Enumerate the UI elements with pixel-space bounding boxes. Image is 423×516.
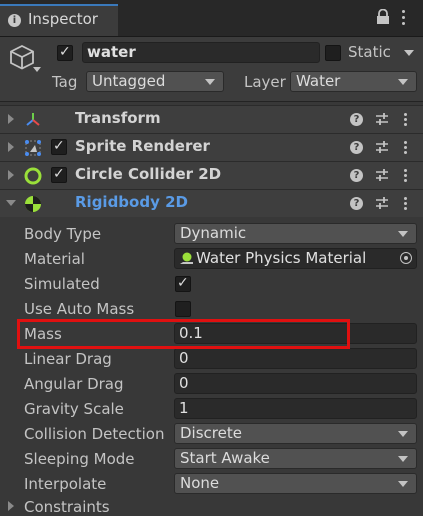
component-rigidbody-2d[interactable]: Rigidbody 2D ? <box>0 189 423 217</box>
angular-drag-field[interactable]: 0 <box>174 373 417 394</box>
chevron-down-icon <box>205 79 215 85</box>
gravity-scale-label: Gravity Scale <box>24 400 124 418</box>
tab-inspector-label: Inspector <box>28 10 98 28</box>
help-icon[interactable]: ? <box>350 113 363 126</box>
constraints-foldout-icon[interactable] <box>8 501 14 511</box>
layer-label: Layer <box>244 73 286 91</box>
foldout-arrow-icon[interactable] <box>8 170 14 180</box>
gravity-scale-field[interactable]: 1 <box>174 398 417 419</box>
foldout-arrow-icon[interactable] <box>8 142 14 152</box>
interpolate-dropdown[interactable]: None <box>174 473 417 494</box>
component-sprite-renderer[interactable]: ✓ Sprite Renderer ? <box>0 133 423 161</box>
sleeping-mode-label: Sleeping Mode <box>24 450 135 468</box>
chevron-down-icon <box>398 456 408 462</box>
mass-highlight-box <box>17 319 350 349</box>
component-menu-icon[interactable] <box>404 113 408 127</box>
lock-icon[interactable] <box>376 9 390 25</box>
circle-collider-icon <box>24 167 42 185</box>
name-field[interactable]: water <box>82 42 320 63</box>
component-transform[interactable]: Transform ? <box>0 105 423 133</box>
collision-detection-value: Discrete <box>180 424 242 442</box>
linear-drag-label: Linear Drag <box>24 350 112 368</box>
simulated-checkbox[interactable]: ✓ <box>175 275 191 292</box>
layer-value: Water <box>296 72 341 90</box>
body-type-dropdown[interactable]: Dynamic <box>174 223 417 244</box>
component-title: Sprite Renderer <box>75 137 210 155</box>
chevron-down-icon <box>398 79 408 85</box>
component-menu-icon[interactable] <box>404 169 408 183</box>
material-field[interactable]: Water Physics Material <box>174 248 417 269</box>
presets-icon[interactable] <box>376 168 388 182</box>
help-icon[interactable]: ? <box>350 169 363 182</box>
component-title: Rigidbody 2D <box>75 193 188 211</box>
chevron-down-icon <box>398 481 408 487</box>
foldout-arrow-icon[interactable] <box>6 200 16 206</box>
object-picker-icon[interactable] <box>400 252 412 264</box>
sprite-renderer-enabled-checkbox[interactable]: ✓ <box>51 138 67 155</box>
interpolate-value: None <box>180 474 220 492</box>
check-icon: ✓ <box>59 44 71 60</box>
layer-dropdown[interactable]: Water <box>290 71 417 92</box>
constraints-label[interactable]: Constraints <box>24 498 110 516</box>
linear-drag-field[interactable]: 0 <box>174 348 417 369</box>
simulated-label: Simulated <box>24 275 100 293</box>
component-menu-icon[interactable] <box>404 197 408 211</box>
help-icon[interactable]: ? <box>350 141 363 154</box>
circle-collider-enabled-checkbox[interactable]: ✓ <box>51 166 67 183</box>
use-auto-mass-label: Use Auto Mass <box>24 300 135 318</box>
collision-detection-dropdown[interactable]: Discrete <box>174 423 417 444</box>
angular-drag-label: Angular Drag <box>24 375 124 393</box>
collision-detection-label: Collision Detection <box>24 425 165 443</box>
chevron-down-icon <box>398 431 408 437</box>
use-auto-mass-checkbox[interactable] <box>175 301 191 317</box>
tab-bar: i Inspector <box>0 0 423 37</box>
static-label: Static <box>348 43 391 61</box>
icon-dropdown-caret[interactable] <box>33 67 41 72</box>
tag-dropdown[interactable]: Untagged <box>86 71 224 92</box>
body-type-label: Body Type <box>24 225 102 243</box>
sleeping-mode-value: Start Awake <box>180 449 270 467</box>
material-value: Water Physics Material <box>196 249 367 267</box>
sprite-renderer-icon <box>25 140 41 156</box>
component-circle-collider-2d[interactable]: ✓ Circle Collider 2D ? <box>0 161 423 189</box>
material-label: Material <box>24 250 85 268</box>
static-dropdown-caret[interactable] <box>404 50 414 56</box>
info-icon: i <box>8 14 21 27</box>
presets-icon[interactable] <box>376 196 388 210</box>
physics-material-icon <box>180 252 193 264</box>
component-title: Circle Collider 2D <box>75 165 222 183</box>
component-menu-icon[interactable] <box>404 141 408 155</box>
help-icon[interactable]: ? <box>350 197 363 210</box>
check-icon: ✓ <box>53 166 65 182</box>
tab-menu-icon[interactable] <box>402 10 406 26</box>
gameobject-header: ✓ water Static Tag Untagged Layer Water <box>0 37 423 102</box>
gameobject-cube-icon[interactable] <box>8 43 36 71</box>
presets-icon[interactable] <box>376 112 388 126</box>
chevron-down-icon <box>398 231 408 237</box>
interpolate-label: Interpolate <box>24 475 107 493</box>
rigidbody-2d-icon <box>25 196 41 212</box>
body-type-value: Dynamic <box>180 224 247 242</box>
check-icon: ✓ <box>177 275 189 291</box>
presets-icon[interactable] <box>376 140 388 154</box>
sleeping-mode-dropdown[interactable]: Start Awake <box>174 448 417 469</box>
tab-inspector[interactable]: i Inspector <box>0 4 118 36</box>
tag-label: Tag <box>52 73 78 91</box>
check-icon: ✓ <box>53 138 65 154</box>
component-title: Transform <box>75 109 161 127</box>
transform-icon <box>26 113 40 126</box>
active-checkbox[interactable]: ✓ <box>57 44 73 61</box>
foldout-arrow-icon[interactable] <box>8 114 14 124</box>
tag-value: Untagged <box>92 72 166 90</box>
static-checkbox[interactable] <box>325 45 341 61</box>
